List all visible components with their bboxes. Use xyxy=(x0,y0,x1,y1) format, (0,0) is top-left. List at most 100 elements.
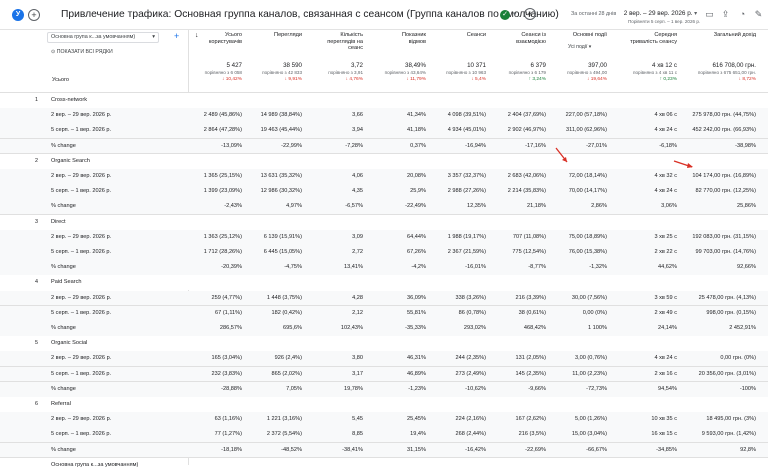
column-header-avg-session-duration[interactable]: Середня тривалість сеансу xyxy=(620,32,677,45)
channel-group-row[interactable]: 4 Paid Search xyxy=(0,275,768,291)
share-icon[interactable]: ⇪ xyxy=(720,9,731,20)
add-comparison-icon[interactable]: + xyxy=(28,9,40,21)
edit-report-icon[interactable]: ▭ xyxy=(704,9,715,20)
channel-group-row[interactable]: 1 Cross-network xyxy=(0,93,768,108)
table-cell: 216 (3,39%) xyxy=(515,294,546,301)
header-line: Перегляди xyxy=(274,32,302,38)
totals-chg: ↑ 3,24% xyxy=(528,77,546,82)
table-cell: 273 (2,49%) xyxy=(455,370,486,377)
table-cell: 31,15% xyxy=(407,446,426,453)
table-cell: 77 (1,27%) xyxy=(214,431,242,438)
column-header-views[interactable]: Перегляди xyxy=(250,32,302,39)
table-cell: 41,18% xyxy=(407,127,426,134)
table-cell: 3,17 xyxy=(352,370,363,377)
table-cell: 2 372 (5,54%) xyxy=(266,431,302,438)
table-cell: 2 452,91% xyxy=(729,325,756,331)
table-cell: -16,94% xyxy=(465,142,486,149)
table-cell: 76,00 (15,38%) xyxy=(568,249,607,255)
table-cell: -4,75% xyxy=(284,264,302,271)
table-cell: 2 902 (46,97%) xyxy=(507,127,546,134)
explore-icon[interactable]: ✎ xyxy=(753,9,764,20)
totals-sub: порівняно з 4 хв 11 с xyxy=(632,70,677,75)
table-cell: 3 хв 59 с xyxy=(654,294,677,301)
column-header-total-users[interactable]: Усього користувачів xyxy=(206,32,242,45)
date-range-picker[interactable]: За останні 28 днів 2 вер. – 29 вер. 2026… xyxy=(571,10,697,18)
totals-sub: порівняно з 675 651,00 грн. xyxy=(697,70,756,75)
table-cell: 6 445 (15,05%) xyxy=(263,249,302,255)
column-header-bounce-rate[interactable]: Показник відмов xyxy=(380,32,426,45)
table-cell: 167 (2,62%) xyxy=(515,416,546,423)
table-row: 5 серп. – 1 вер. 2026 р. 1 399 (23,09%) 12… xyxy=(0,184,768,200)
table-cell: 24,14% xyxy=(658,325,677,331)
key-events-filter[interactable]: Усі події ▾ xyxy=(568,44,591,50)
annotation-arrow xyxy=(673,160,693,168)
table-cell: 30,00 (7,56%) xyxy=(571,294,607,301)
header-line: відмов xyxy=(408,38,426,45)
table-cell: 259 (4,77%) xyxy=(211,294,242,301)
table-cell: 2,86% xyxy=(591,203,607,210)
add-filter-icon[interactable]: + xyxy=(524,8,536,20)
add-dimension-icon[interactable]: + xyxy=(174,31,179,41)
table-cell: 4 хв 24 с xyxy=(654,127,677,134)
row-number: 2 xyxy=(35,157,38,164)
table-cell: -1,23% xyxy=(408,385,426,392)
column-header-total-revenue[interactable]: Загальний дохід xyxy=(690,32,756,39)
table-cell: 2 214 (35,83%) xyxy=(507,188,546,195)
table-row: 2 вер. – 29 вер. 2026 р. 165 (3,04%) 926 (… xyxy=(0,351,768,367)
dimension-select[interactable]: Основна група к...за умовчанням) ▾ xyxy=(47,32,159,43)
channel-group-row[interactable]: 2 Organic Search xyxy=(0,153,768,169)
totals-main: 6 379 xyxy=(530,62,546,69)
table-cell: 63 (1,16%) xyxy=(214,416,242,423)
column-header-key-events[interactable]: Основні події xyxy=(560,32,607,39)
column-header-views-per-session[interactable]: Кількість переглядів на сеанс xyxy=(310,32,363,52)
table-cell: 2 489 (45,86%) xyxy=(203,112,242,119)
row-number: 1 xyxy=(35,97,38,103)
table-cell: 1 365 (25,15%) xyxy=(203,173,242,179)
totals-main: 5 427 xyxy=(226,62,242,69)
table-row: 5 серп. – 1 вер. 2026 р. 1 712 (28,26%) 6 … xyxy=(0,245,768,260)
header-line: Сеанси xyxy=(466,32,486,38)
row-label: 5 серп. – 1 вер. 2026 р. xyxy=(51,309,112,316)
show-all-rows-button[interactable]: ⊙ ПОКАЗАТИ ВСІ РЯДКИ xyxy=(51,49,113,55)
show-rows-label: ПОКАЗАТИ ВСІ РЯДКИ xyxy=(56,49,113,55)
dimension-footer-row[interactable]: Основна група к...за умовчанням) xyxy=(0,458,768,473)
chevron-down-icon[interactable]: ▾ xyxy=(513,10,517,18)
table-cell: 92,8% xyxy=(740,446,756,453)
table-cell: 70,00 (14,17%) xyxy=(568,188,607,195)
table-cell: -38,98% xyxy=(735,142,756,149)
channel-group-row[interactable]: 3 Direct xyxy=(0,214,768,230)
check-icon[interactable]: ✓ xyxy=(500,10,510,20)
table-cell: 293,02% xyxy=(463,325,486,331)
sort-desc-icon[interactable]: ↓ xyxy=(195,32,199,39)
date-range-text: 2 вер. – 29 вер. 2026 р. xyxy=(623,10,693,17)
table-row: % change -28,88% 7,05% 19,78% -1,23% -10,62% -… xyxy=(0,381,768,397)
row-number: 3 xyxy=(35,218,38,225)
comparison-range-text: Порівняти 5 серп. – 1 вер. 2026 р. xyxy=(628,19,701,24)
column-header-engaged-sessions[interactable]: Сеанси із взаємодією xyxy=(500,32,546,45)
channel-group-row[interactable]: 6 Referral xyxy=(0,397,768,412)
row-label: 2 вер. – 29 вер. 2026 р. xyxy=(51,173,112,179)
totals-chg: ↓ 11,79% xyxy=(406,77,426,82)
table-cell: 3,09 xyxy=(352,233,363,240)
row-label: 5 серп. – 1 вер. 2026 р. xyxy=(51,127,112,134)
table-cell: 92,66% xyxy=(737,264,756,271)
totals-chg: ↓ 19,64% xyxy=(586,77,607,82)
table-cell: 268 (2,44%) xyxy=(455,431,486,438)
table-cell: -22,69% xyxy=(525,446,546,453)
insights-icon[interactable]: ◔ xyxy=(737,9,748,20)
table-cell: 72,00 (18,14%) xyxy=(568,173,607,179)
totals-chg: ↑ 0,23% xyxy=(659,77,677,82)
property-avatar[interactable]: У xyxy=(12,9,24,21)
channel-group-row[interactable]: 5 Organic Social xyxy=(0,336,768,352)
row-label: % change xyxy=(51,142,76,149)
table-cell: 67,26% xyxy=(407,249,426,255)
table-cell: -9,66% xyxy=(528,385,546,392)
table-cell: 145 (2,35%) xyxy=(515,370,546,377)
table-cell: 4 хв 06 с xyxy=(654,112,677,119)
column-header-sessions[interactable]: Сеанси xyxy=(440,32,486,39)
table-cell: 286,57% xyxy=(219,325,242,331)
chevron-down-icon: ▾ xyxy=(694,11,698,17)
totals-chg: ↓ 4,76% xyxy=(345,77,363,82)
table-cell: -8,77% xyxy=(528,264,546,271)
table-cell: 2 864 (47,28%) xyxy=(203,127,242,134)
